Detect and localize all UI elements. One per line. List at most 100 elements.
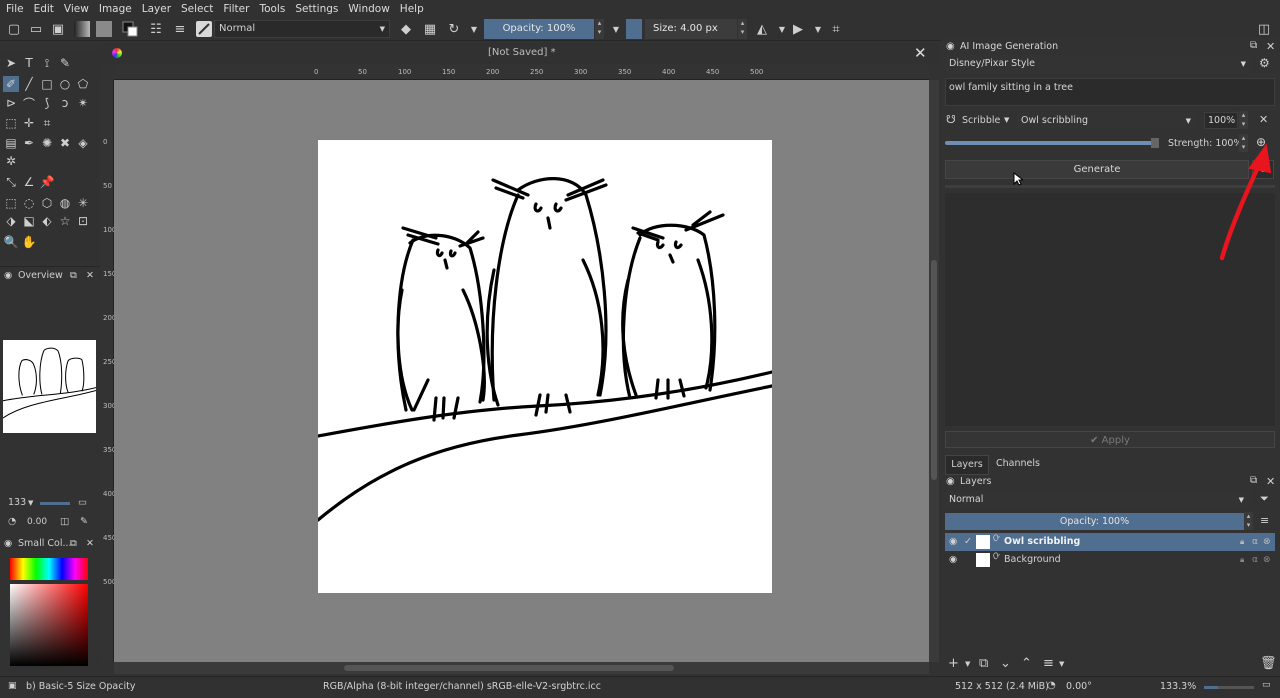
brush-presets-icon[interactable]: ≡ [172, 21, 188, 37]
layer-checked-icon[interactable]: ✓ [964, 533, 972, 551]
ellipse-tool-icon[interactable]: ○ [57, 76, 73, 92]
menu-view[interactable]: View [64, 3, 89, 15]
smart-patch-icon[interactable]: ✺ [39, 135, 55, 151]
bezier-select-icon[interactable]: ⬕ [21, 213, 37, 229]
gradient-tool-icon[interactable]: ▤ [3, 135, 19, 151]
chevron-down-icon[interactable]: ▼ [28, 495, 33, 511]
freehand-select-icon[interactable]: ◍ [57, 195, 73, 211]
zoom-value[interactable]: 133 [8, 495, 26, 511]
rotate-icon[interactable]: ◔ [8, 514, 16, 530]
gradient-swatch-icon[interactable] [74, 21, 90, 37]
angle-measure-icon[interactable]: ∠ [21, 174, 37, 190]
rotation-value[interactable]: 0.00 [27, 514, 47, 530]
monitor-icon[interactable]: ▭ [1262, 680, 1271, 690]
menu-help[interactable]: Help [400, 3, 424, 15]
contiguous-select-icon[interactable]: ✳ [75, 195, 91, 211]
select-shapes-icon[interactable]: ➤ [3, 55, 19, 71]
scrollbar-thumb[interactable] [931, 260, 937, 480]
inherit-alpha-icon[interactable]: ⊗ [1263, 551, 1271, 569]
lock-icon[interactable]: 🔒︎ [1240, 551, 1244, 569]
alpha-lock-icon[interactable]: ▦ [422, 21, 438, 37]
float-panel-icon[interactable]: ⧉ [70, 268, 77, 284]
layer-menu-icon[interactable]: ≡ [1260, 514, 1269, 527]
menu-select[interactable]: Select [181, 3, 213, 15]
crop-icon[interactable]: ⌗ [39, 115, 55, 131]
strength-slider-handle[interactable] [1151, 138, 1159, 148]
vertical-scrollbar[interactable] [929, 80, 939, 662]
control-type[interactable]: Scribble [962, 115, 1000, 126]
close-icon[interactable]: ✕ [1266, 40, 1275, 53]
color-picker-icon[interactable]: ✒ [21, 135, 37, 151]
transform-icon[interactable]: ⬚ [3, 115, 19, 131]
brush-preset-icon[interactable] [196, 21, 212, 37]
edit-shapes-icon[interactable]: ⟟ [39, 55, 55, 71]
document-title[interactable]: [Not Saved] * [488, 47, 556, 58]
zoom-slider[interactable] [40, 502, 70, 505]
line-tool-icon[interactable]: ╱ [21, 76, 37, 92]
properties-icon[interactable]: ≡ [1043, 656, 1054, 671]
smart-select-icon[interactable]: ⊡ [75, 213, 91, 229]
size-color-swatch[interactable] [626, 19, 642, 39]
menu-window[interactable]: Window [348, 3, 389, 15]
float-panel-icon[interactable]: ⧉ [1250, 475, 1257, 486]
freehand-path-icon[interactable]: ⟆ [39, 95, 55, 111]
chevron-down-icon[interactable]: ▼ [810, 21, 826, 37]
lock-icon[interactable]: 🔒︎ [1240, 533, 1244, 551]
rotate-icon[interactable]: ◔ [1047, 680, 1056, 691]
color-swap-icon[interactable] [122, 21, 138, 37]
monitor-icon[interactable]: ▭ [78, 495, 87, 511]
star-select-icon[interactable]: ☆ [57, 213, 73, 229]
visibility-eye-icon[interactable]: ◉ [949, 551, 957, 569]
menu-file[interactable]: File [6, 3, 24, 15]
chevron-down-icon[interactable]: ▼ [1004, 116, 1009, 124]
fill-similar-icon[interactable]: ✖ [57, 135, 73, 151]
dynamic-brush-icon[interactable]: ↄ [57, 95, 73, 111]
polygon-select-icon[interactable]: ⬡ [39, 195, 55, 211]
layer-opacity-spinner[interactable]: ▴ ▾ [1244, 512, 1253, 530]
chevron-down-icon[interactable]: ▼ [1059, 660, 1064, 668]
generate-button[interactable]: Generate [945, 160, 1249, 179]
polyline-icon[interactable]: ⊳ [3, 95, 19, 111]
menu-filter[interactable]: Filter [223, 3, 249, 15]
control-percent-spinner[interactable]: ▴ ▾ [1239, 111, 1248, 129]
reload-preset-icon[interactable]: ↻ [446, 21, 462, 37]
bezier-icon[interactable]: ⌒ [21, 95, 37, 111]
eye-icon[interactable]: ◉ [946, 41, 955, 52]
menu-image[interactable]: Image [99, 3, 132, 15]
chevron-down-icon[interactable]: ▼ [608, 21, 624, 37]
drawing-canvas[interactable] [318, 140, 772, 593]
visibility-eye-icon[interactable]: ◉ [949, 533, 957, 551]
opacity-slider[interactable]: Opacity: 100% [484, 19, 594, 39]
zoom-icon[interactable]: 🔍 [3, 234, 19, 250]
mirror-view-icon[interactable]: ◫ [60, 514, 69, 530]
hue-strip[interactable] [10, 558, 88, 580]
open-folder-icon[interactable]: ▭ [28, 21, 44, 37]
horizontal-scrollbar[interactable] [114, 662, 929, 674]
chevron-down-icon[interactable]: ▼ [774, 21, 790, 37]
size-spinner[interactable]: ▴ ▾ [738, 19, 747, 39]
duplicate-layer-icon[interactable]: ⧉ [979, 656, 988, 671]
eye-icon[interactable]: ◉ [4, 536, 12, 552]
alpha-icon[interactable]: α [1252, 551, 1258, 569]
size-slider[interactable]: Size: 4.00 px [645, 19, 737, 39]
calligraphy-icon[interactable]: ✎ [57, 55, 73, 71]
pin-icon[interactable]: ✎ [80, 514, 88, 530]
rectangle-tool-icon[interactable]: □ [39, 76, 55, 92]
eraser-icon[interactable]: ◆ [398, 21, 414, 37]
chevron-down-icon[interactable]: ▼ [466, 21, 482, 37]
chevron-down-icon[interactable]: ▼ [965, 660, 970, 668]
strength-slider[interactable] [945, 141, 1155, 145]
magnetic-select-icon[interactable]: ⬖ [39, 213, 55, 229]
close-icon[interactable]: ✕ [86, 268, 94, 284]
rect-select-icon[interactable]: ⬚ [3, 195, 19, 211]
apply-button[interactable]: ✔ Apply [945, 431, 1275, 448]
similar-select-icon[interactable]: ⬗ [3, 213, 19, 229]
float-panel-icon[interactable]: ⧉ [1250, 40, 1257, 51]
saturation-value-picker[interactable] [10, 584, 88, 666]
polygon-tool-icon[interactable]: ⬠ [75, 76, 91, 92]
alpha-icon[interactable]: α [1252, 533, 1258, 551]
move-up-icon[interactable]: ⌃ [1021, 656, 1032, 671]
float-panel-icon[interactable]: ⧉ [70, 536, 77, 552]
overview-thumbnail[interactable] [3, 340, 96, 433]
freehand-brush-icon[interactable]: ✐ [3, 76, 19, 92]
